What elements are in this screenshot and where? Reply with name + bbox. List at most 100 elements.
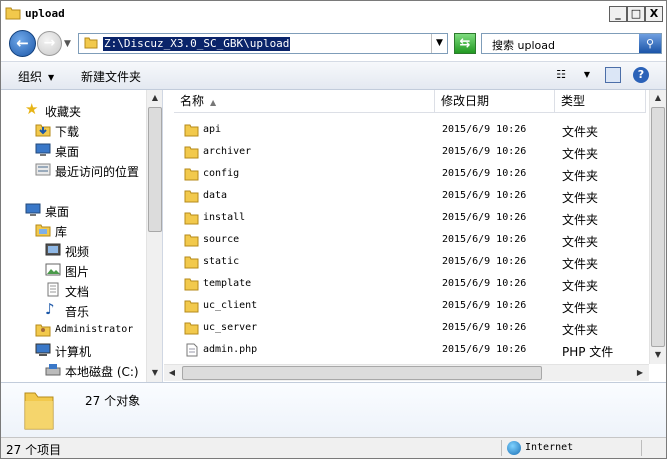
user-folder-icon (35, 324, 51, 337)
file-modified: 2015/6/9 10:26 (442, 124, 527, 135)
folder-icon (184, 146, 199, 159)
address-path[interactable]: Z:\Discuz_X3.0_SC_GBK\upload (103, 37, 291, 51)
close-button[interactable]: X (645, 6, 663, 22)
nav-label: 最近访问的位置 (55, 165, 140, 179)
address-input[interactable]: Z:\Discuz_X3.0_SC_GBK\upload ▼ (78, 33, 448, 54)
search-input[interactable]: 搜索 upload ⚲ (481, 33, 662, 54)
history-dropdown-icon[interactable]: ▼ (64, 39, 71, 49)
file-modified: 2015/6/9 10:26 (442, 256, 527, 267)
folder-icon (184, 300, 199, 313)
file-modified: 2015/6/9 10:26 (442, 344, 527, 355)
nav-scrollbar[interactable]: ▲ ▼ (146, 90, 162, 382)
file-type: 文件夹 (562, 257, 599, 271)
horizontal-scrollbar[interactable]: ◀ ▶ (164, 364, 649, 381)
column-header-modified[interactable]: 修改日期 (435, 90, 555, 113)
file-modified: 2015/6/9 10:26 (442, 212, 527, 223)
file-modified: 2015/6/9 10:26 (442, 146, 527, 157)
folder-icon (84, 37, 98, 49)
file-scroll-thumb[interactable] (651, 107, 665, 347)
status-divider (501, 440, 502, 456)
file-name: config (203, 168, 240, 179)
nav-label: 图片 (65, 265, 90, 279)
back-button[interactable]: ← (9, 30, 36, 57)
nav-label: Administrator (55, 324, 134, 335)
organize-label: 组织 (18, 70, 43, 84)
preview-pane-icon[interactable] (605, 67, 621, 83)
new-folder-button[interactable]: 新建文件夹 (81, 68, 141, 85)
desktop-icon (35, 143, 51, 156)
file-row[interactable]: install 2015/6/9 10:26 文件夹 (164, 207, 646, 229)
folder-icon (184, 256, 199, 269)
folder-icon (184, 124, 199, 137)
column-header-name[interactable]: 名称 ▲ (174, 90, 435, 113)
file-row[interactable]: source 2015/6/9 10:26 文件夹 (164, 229, 646, 251)
library-icon (35, 224, 51, 237)
details-pane: 27 个对象 (1, 382, 666, 437)
nav-label: 下载 (55, 125, 80, 139)
column-label: 名称 (180, 94, 205, 108)
scroll-right-icon[interactable]: ▶ (632, 365, 648, 381)
file-name: uc_server (203, 322, 258, 333)
scroll-down-icon[interactable]: ▼ (147, 365, 162, 381)
forward-button[interactable]: → (37, 31, 62, 56)
nav-label: 本地磁盘 (C:) (65, 365, 139, 379)
picture-icon (45, 263, 61, 276)
sort-ascending-icon: ▲ (210, 98, 217, 107)
file-row[interactable]: config 2015/6/9 10:26 文件夹 (164, 163, 646, 185)
document-icon (47, 282, 59, 297)
nav-label: 文档 (65, 285, 90, 299)
file-row[interactable]: api 2015/6/9 10:26 文件夹 (164, 119, 646, 141)
file-type: 文件夹 (562, 191, 599, 205)
title-bar[interactable]: upload _ □ X (1, 1, 666, 27)
minimize-button[interactable]: _ (609, 6, 627, 22)
nav-label: 音乐 (65, 305, 90, 319)
address-dropdown-icon[interactable]: ▼ (431, 34, 447, 53)
file-row[interactable]: data 2015/6/9 10:26 文件夹 (164, 185, 646, 207)
scroll-left-icon[interactable]: ◀ (164, 365, 180, 381)
column-header-type[interactable]: 类型 (555, 90, 646, 113)
file-row[interactable]: uc_server 2015/6/9 10:26 文件夹 (164, 317, 646, 339)
file-modified: 2015/6/9 10:26 (442, 300, 527, 311)
search-placeholder: 搜索 upload (492, 39, 555, 52)
computer-icon (35, 343, 51, 356)
downloads-icon (35, 124, 51, 137)
folder-icon (184, 278, 199, 291)
organize-button[interactable]: 组织 ▼ (18, 68, 54, 85)
command-toolbar: 组织 ▼ 新建文件夹 ☷ ▼ ? (1, 61, 666, 90)
help-icon[interactable]: ? (633, 67, 649, 83)
status-item-count: 27 个项目 (6, 443, 62, 457)
file-type: 文件夹 (562, 147, 599, 161)
chevron-down-icon[interactable]: ▼ (579, 67, 595, 83)
scroll-up-icon[interactable]: ▲ (650, 90, 666, 106)
file-row[interactable]: static 2015/6/9 10:26 文件夹 (164, 251, 646, 273)
window-title: upload (25, 7, 65, 20)
star-icon: ★ (25, 100, 39, 118)
scroll-down-icon[interactable]: ▼ (650, 347, 666, 363)
file-name: uc_client (203, 300, 258, 311)
file-row[interactable]: admin.php 2015/6/9 10:26 PHP 文件 (164, 339, 646, 361)
file-list-pane: 名称 ▲ 修改日期 类型 api 2015/6/9 10:26 文件夹 archiver… (164, 90, 666, 382)
file-modified: 2015/6/9 10:26 (442, 190, 527, 201)
maximize-button[interactable]: □ (627, 6, 645, 22)
file-row[interactable]: template 2015/6/9 10:26 文件夹 (164, 273, 646, 295)
nav-label: 桌面 (55, 145, 80, 159)
folder-icon (5, 7, 21, 20)
file-row[interactable]: archiver 2015/6/9 10:26 文件夹 (164, 141, 646, 163)
nav-label: 视频 (65, 245, 90, 259)
file-row[interactable]: uc_client 2015/6/9 10:26 文件夹 (164, 295, 646, 317)
navigation-pane: ★ 收藏夹 下载 桌面 最近访问的位置 桌面 库 视频 图片 文档 ♪ 音乐 A… (1, 90, 163, 382)
file-name: template (203, 278, 252, 289)
refresh-button[interactable]: ⇆ (454, 33, 476, 54)
search-icon[interactable]: ⚲ (639, 34, 661, 53)
file-type: 文件夹 (562, 235, 599, 249)
nav-scroll-thumb[interactable] (148, 107, 162, 232)
folder-icon (184, 190, 199, 203)
details-count: 27 个对象 (85, 394, 141, 408)
scroll-up-icon[interactable]: ▲ (147, 90, 162, 106)
horizontal-scroll-thumb[interactable] (182, 366, 542, 380)
file-list-scrollbar[interactable]: ▲ ▼ (649, 90, 666, 364)
file-type: 文件夹 (562, 169, 599, 183)
folder-icon (184, 234, 199, 247)
file-name: api (203, 124, 222, 135)
view-options-icon[interactable]: ☷ (553, 67, 569, 83)
